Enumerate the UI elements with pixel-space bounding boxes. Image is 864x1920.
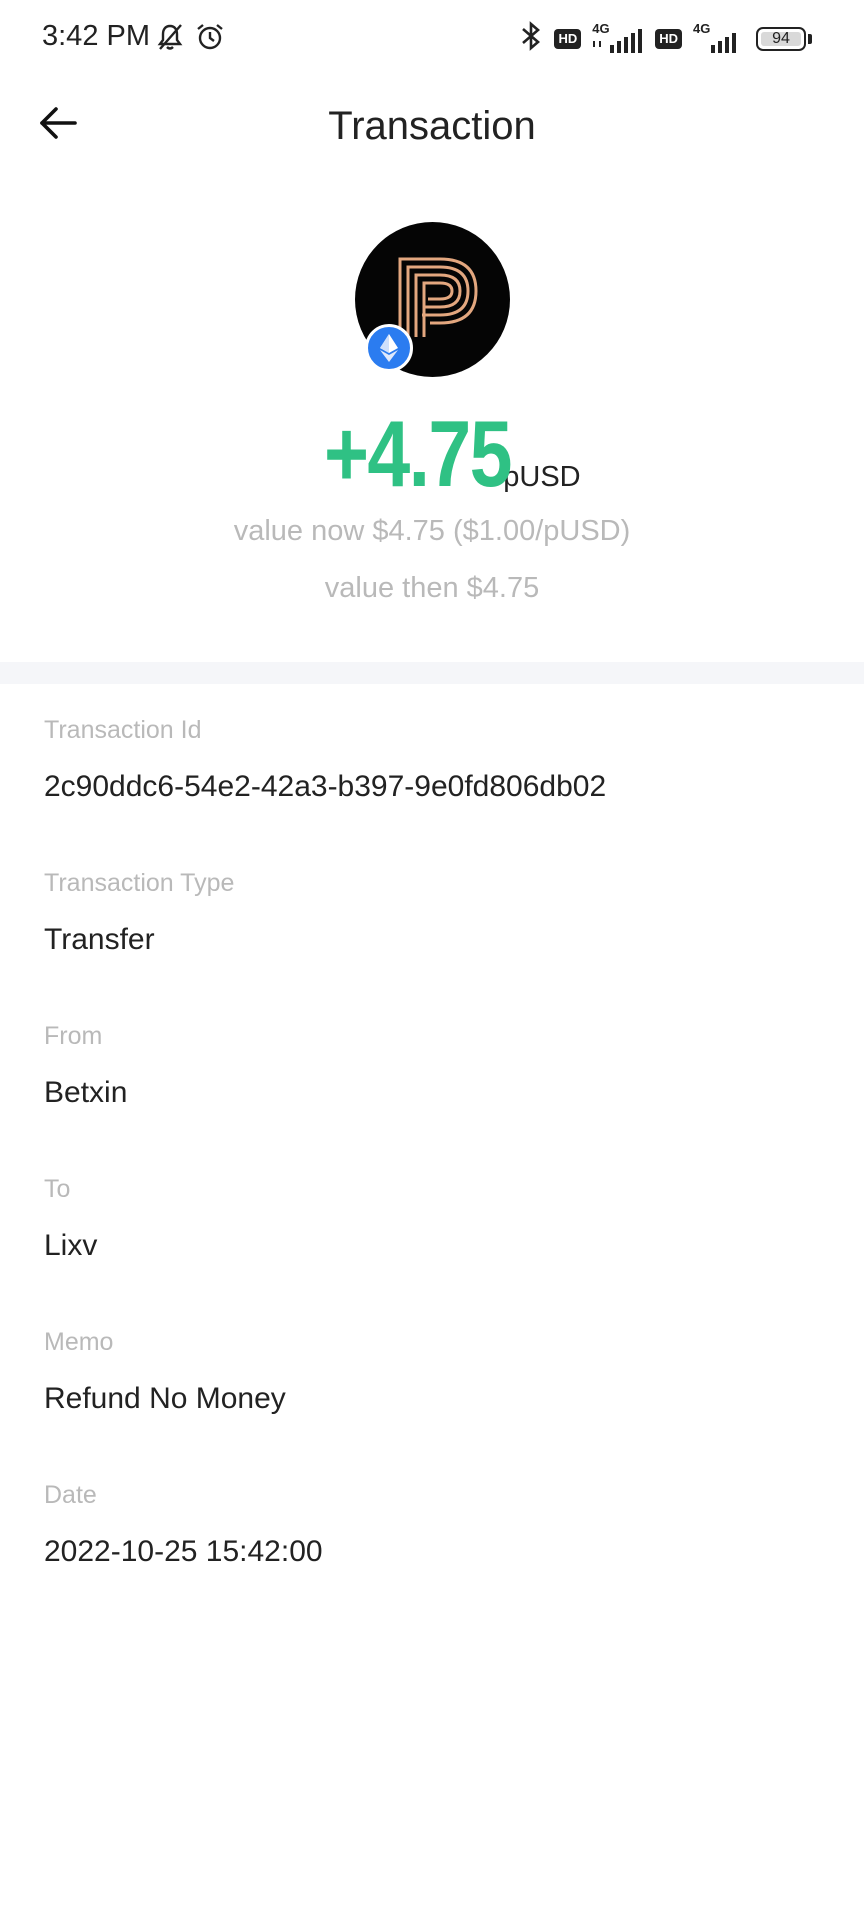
bluetooth-icon	[517, 20, 545, 57]
transaction-screen: 3:42 PM HD 4G HD 4G 94 Transaction +4.75…	[0, 0, 864, 1920]
bell-muted-icon	[155, 22, 185, 57]
detail-transaction-id: Transaction Id 2c90ddc6-54e2-42a3-b397-9…	[44, 710, 844, 863]
detail-from: From Betxin	[44, 1016, 844, 1169]
page-title: Transaction	[328, 104, 536, 148]
asset-icon-wrap	[355, 222, 510, 377]
battery-icon: 94	[756, 26, 812, 51]
amount-row: +4.75 pUSD	[0, 400, 864, 508]
hd-icon: HD	[655, 28, 682, 49]
alarm-icon	[195, 22, 225, 57]
detail-transaction-type: Transaction Type Transfer	[44, 863, 844, 1016]
field-value: Refund No Money	[44, 1382, 286, 1415]
value-now: value now $4.75 ($1.00/pUSD)	[233, 515, 631, 547]
signal-4g-icon: 4G	[691, 21, 747, 55]
amount-value: +4.75	[324, 401, 512, 506]
field-label: Memo	[44, 1328, 114, 1356]
value-then: value then $4.75	[324, 572, 540, 604]
asset-symbol: pUSD	[503, 461, 581, 493]
detail-to: To Lixv	[44, 1169, 844, 1322]
field-value: Lixv	[44, 1229, 98, 1262]
field-label: Transaction Type	[44, 869, 235, 897]
header: Transaction	[0, 80, 864, 175]
field-label: To	[44, 1175, 71, 1203]
detail-memo: Memo Refund No Money	[44, 1322, 844, 1475]
battery-level: 94	[772, 29, 790, 47]
field-label: From	[44, 1022, 103, 1050]
hd-icon: HD	[554, 28, 582, 49]
detail-date: Date 2022-10-25 15:42:00	[44, 1475, 844, 1628]
field-label: Transaction Id	[44, 716, 202, 744]
field-value: Transfer	[44, 923, 155, 956]
transaction-details: Transaction Id 2c90ddc6-54e2-42a3-b397-9…	[44, 710, 844, 1628]
signal-4g-icon: 4G	[590, 21, 646, 55]
field-value: 2022-10-25 15:42:00	[44, 1535, 323, 1568]
ethereum-icon	[365, 324, 413, 372]
field-value[interactable]: 2c90ddc6-54e2-42a3-b397-9e0fd806db02	[44, 767, 844, 807]
status-bar: 3:42 PM HD 4G HD 4G 94	[0, 0, 864, 80]
field-label: Date	[44, 1481, 97, 1509]
field-value: Betxin	[44, 1076, 128, 1109]
section-divider	[0, 662, 864, 684]
status-time: 3:42 PM	[42, 20, 150, 52]
